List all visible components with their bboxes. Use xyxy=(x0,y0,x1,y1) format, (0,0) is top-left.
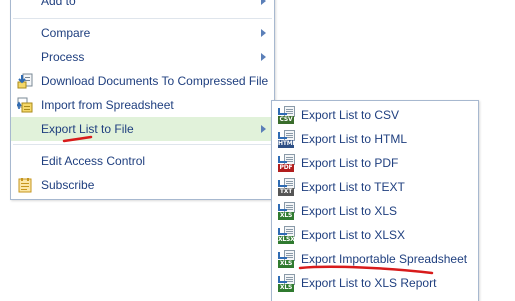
menu-item-label: Subscribe xyxy=(41,178,95,192)
menu-item-label: Add to xyxy=(41,0,76,8)
menu-item-label: Export List to PDF xyxy=(301,156,399,170)
menu-item-edit-access-control[interactable]: Edit Access Control xyxy=(11,149,274,173)
menu-item-label: Compare xyxy=(41,26,91,40)
context-menu: Add to Compare Process Download Document… xyxy=(10,0,275,200)
submenu-item-export-text[interactable]: TXT Export List to TEXT xyxy=(272,175,478,199)
xlsx-file-icon: XLSX xyxy=(278,226,295,244)
menu-item-label: Export List to HTML xyxy=(301,132,408,146)
menu-item-label: Export List to CSV xyxy=(301,108,400,122)
menu-item-label: Export List to XLS Report xyxy=(301,276,437,290)
menu-item-label: Process xyxy=(41,50,85,64)
xls-importable-file-icon: XLS xyxy=(278,250,295,268)
submenu-item-export-importable-spreadsheet[interactable]: XLS Export Importable Spreadsheet xyxy=(272,247,478,271)
import-spreadsheet-icon xyxy=(16,97,33,113)
submenu-arrow-icon xyxy=(261,53,266,61)
submenu-item-export-xlsx[interactable]: XLSX Export List to XLSX xyxy=(272,223,478,247)
menu-item-label: Export List to TEXT xyxy=(301,180,405,194)
submenu-arrow-icon xyxy=(261,29,266,37)
menu-item-label: Download Documents To Compressed File xyxy=(41,74,269,88)
pdf-file-icon: PDF xyxy=(278,154,295,172)
submenu-item-export-xls[interactable]: XLS Export List to XLS xyxy=(272,199,478,223)
download-compressed-icon xyxy=(17,73,33,89)
csv-file-icon: CSV xyxy=(278,106,295,124)
xls-file-icon: XLS xyxy=(278,202,295,220)
submenu-item-export-xls-report[interactable]: XLS Export List to XLS Report xyxy=(272,271,478,295)
menu-item-process[interactable]: Process xyxy=(11,45,274,69)
menu-item-label: Export List to File xyxy=(41,122,134,136)
submenu-item-export-html[interactable]: HTML Export List to HTML xyxy=(272,127,478,151)
xls-report-file-icon: XLS xyxy=(278,274,295,292)
subscribe-icon xyxy=(17,177,33,193)
menu-item-label: Export List to XLSX xyxy=(301,228,406,242)
html-file-icon: HTML xyxy=(278,130,296,148)
menu-item-label: Export List to XLS xyxy=(301,204,398,218)
menu-item-download-compressed[interactable]: Download Documents To Compressed File xyxy=(11,69,274,93)
export-submenu: CSV Export List to CSV HTML Export List … xyxy=(271,100,479,301)
submenu-item-export-pdf[interactable]: PDF Export List to PDF xyxy=(272,151,478,175)
menu-item-add-to[interactable]: Add to xyxy=(11,0,274,13)
menu-item-label: Import from Spreadsheet xyxy=(41,98,174,112)
txt-file-icon: TXT xyxy=(278,178,295,196)
menu-separator xyxy=(13,144,272,145)
menu-item-export-list-to-file[interactable]: Export List to File xyxy=(11,117,274,141)
menu-item-import-spreadsheet[interactable]: Import from Spreadsheet xyxy=(11,93,274,117)
submenu-arrow-icon xyxy=(261,0,266,5)
menu-separator xyxy=(13,18,272,19)
menu-item-label: Export Importable Spreadsheet xyxy=(301,252,468,266)
menu-item-label: Edit Access Control xyxy=(41,154,146,168)
menu-item-subscribe[interactable]: Subscribe xyxy=(11,173,274,197)
submenu-arrow-icon xyxy=(261,125,266,133)
submenu-item-export-csv[interactable]: CSV Export List to CSV xyxy=(272,103,478,127)
menu-item-compare[interactable]: Compare xyxy=(11,21,274,45)
